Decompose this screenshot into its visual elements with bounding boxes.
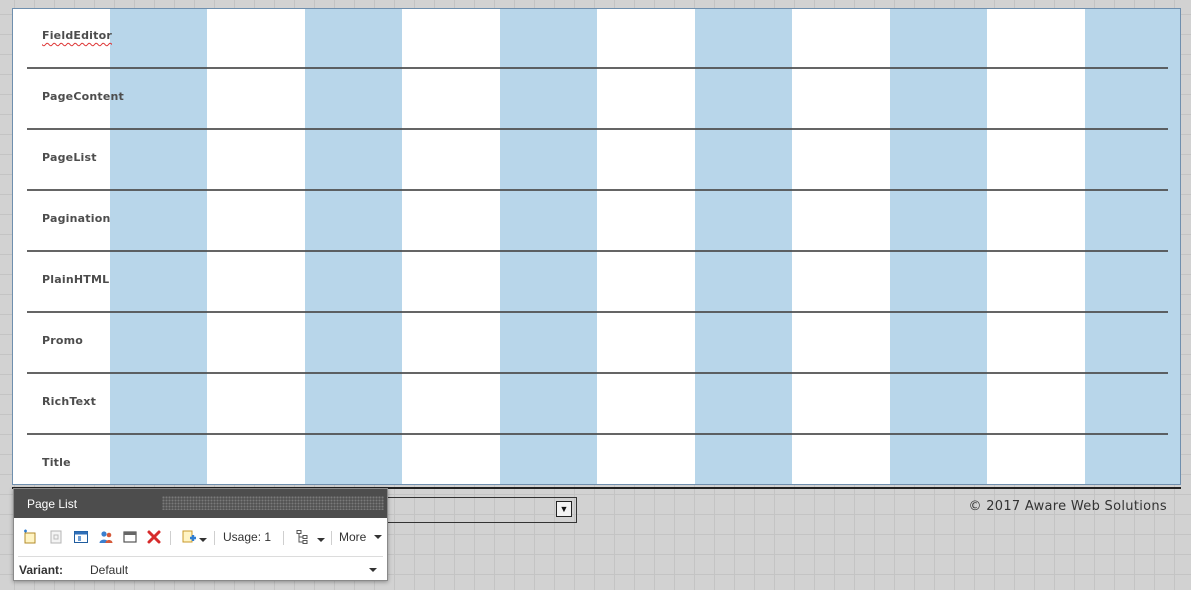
- row-label-pagelist[interactable]: PageList: [42, 151, 97, 164]
- users-icon[interactable]: [98, 529, 114, 545]
- panel-toolbar: Usage: 1 More: [18, 518, 383, 557]
- row-divider: [27, 67, 1168, 69]
- chevron-down-icon[interactable]: [369, 568, 377, 572]
- more-button[interactable]: More: [339, 530, 382, 544]
- layout-icon[interactable]: [73, 529, 89, 545]
- chevron-down-icon: [373, 535, 382, 539]
- more-label: More: [339, 530, 367, 544]
- toolbar-separator: [214, 531, 215, 545]
- chevron-down-icon: [317, 538, 325, 542]
- page-list-panel: Page List Usage: 1 More Variant: Default: [13, 488, 388, 581]
- row-label-plainhtml[interactable]: PlainHTML: [42, 273, 109, 286]
- grid-column: [695, 9, 792, 484]
- row-divider: [27, 372, 1168, 374]
- row-divider: [27, 128, 1168, 130]
- toolbar-separator: [331, 531, 332, 545]
- grid-column: [890, 9, 987, 484]
- row-label-title[interactable]: Title: [42, 456, 71, 469]
- grid-column: [305, 9, 402, 484]
- row-label-promo[interactable]: Promo: [42, 334, 83, 347]
- variant-selector[interactable]: Variant: Default: [14, 557, 387, 581]
- usage-count[interactable]: Usage: 1: [223, 530, 271, 544]
- row-divider: [27, 250, 1168, 252]
- chevron-down-icon: [199, 538, 207, 542]
- row-label-fieldeditor[interactable]: FieldEditor: [42, 29, 112, 42]
- grid-column: [1085, 9, 1180, 484]
- duplicate-icon[interactable]: [48, 529, 64, 545]
- toolbar-separator: [170, 531, 171, 545]
- add-icon[interactable]: [181, 529, 207, 545]
- row-divider: [27, 311, 1168, 313]
- row-label-pagecontent[interactable]: PageContent: [42, 90, 124, 103]
- variant-label: Variant:: [19, 563, 64, 577]
- delete-icon[interactable]: [146, 529, 162, 545]
- copyright-text: © 2017 Aware Web Solutions: [968, 499, 1167, 514]
- footer-select[interactable]: ▼: [380, 497, 577, 523]
- panel-title: Page List: [27, 497, 78, 511]
- toolbar-separator: [283, 531, 284, 545]
- panel-header[interactable]: Page List: [14, 489, 387, 518]
- row-label-pagination[interactable]: Pagination: [42, 212, 111, 225]
- wireframe-canvas: FieldEditor PageContent PageList Paginat…: [12, 8, 1181, 485]
- grid-column: [110, 9, 207, 484]
- window-icon[interactable]: [122, 529, 138, 545]
- chevron-down-icon[interactable]: ▼: [556, 501, 572, 517]
- grid-column: [500, 9, 597, 484]
- row-divider: [27, 433, 1168, 435]
- row-label-richtext[interactable]: RichText: [42, 395, 96, 408]
- row-divider: [27, 189, 1168, 191]
- insert-icon[interactable]: [22, 529, 38, 545]
- tree-icon[interactable]: [295, 529, 325, 545]
- drag-handle[interactable]: [162, 496, 384, 510]
- variant-value[interactable]: Default: [90, 563, 128, 577]
